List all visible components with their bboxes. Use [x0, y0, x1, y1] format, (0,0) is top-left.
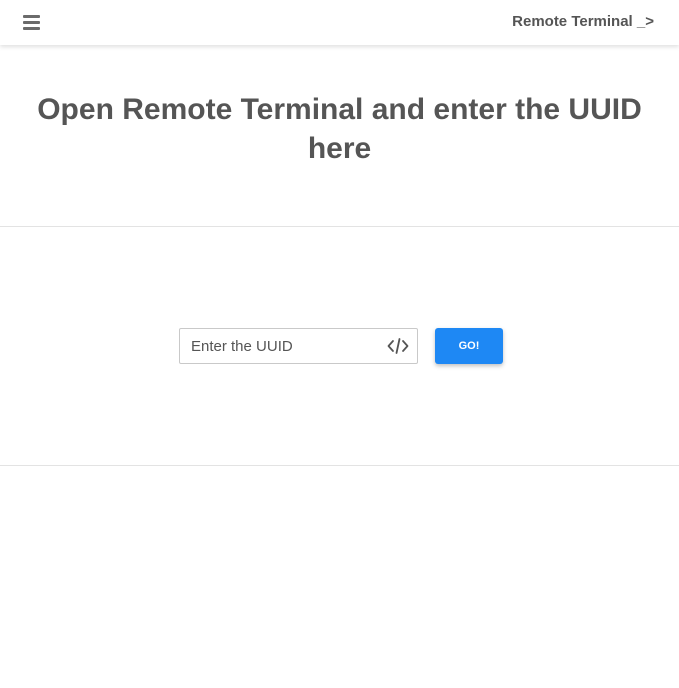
uuid-input-wrapper [179, 328, 418, 364]
code-icon [387, 338, 409, 354]
menu-bar [23, 15, 40, 18]
go-button[interactable]: GO! [435, 328, 503, 364]
hero-section: Open Remote Terminal and enter the UUID … [0, 90, 679, 168]
top-navbar: Remote Terminal _> [0, 0, 679, 45]
brand-link[interactable]: Remote Terminal _> [512, 13, 654, 30]
section-divider-top [0, 226, 679, 227]
hamburger-menu-icon[interactable] [21, 12, 42, 33]
menu-bar [23, 27, 40, 30]
menu-bar [23, 21, 40, 24]
uuid-input[interactable] [180, 329, 380, 363]
page-title: Open Remote Terminal and enter the UUID … [37, 93, 642, 165]
section-divider-bottom [0, 465, 679, 466]
uuid-form: GO! [0, 328, 679, 364]
